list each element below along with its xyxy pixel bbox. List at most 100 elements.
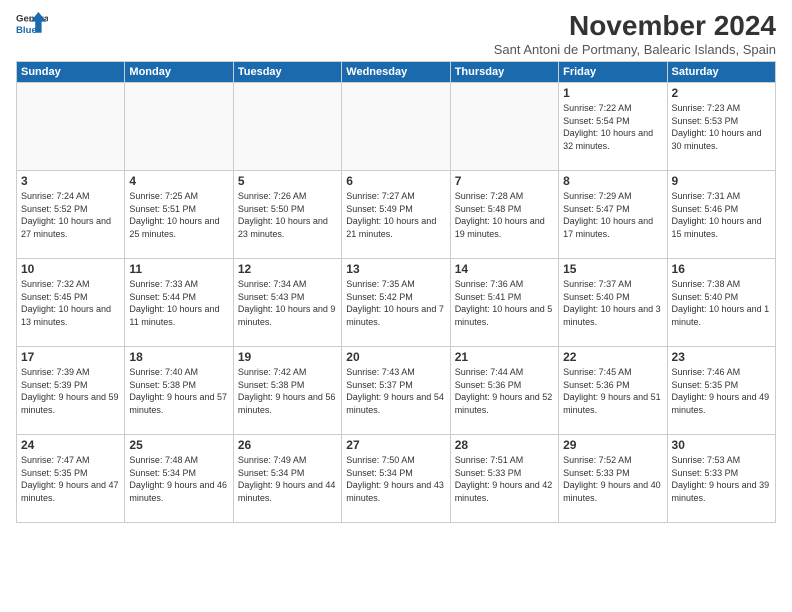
day-cell-1-5: 8Sunrise: 7:29 AM Sunset: 5:47 PM Daylig… bbox=[559, 171, 667, 259]
day-number: 21 bbox=[455, 350, 554, 364]
day-number: 12 bbox=[238, 262, 337, 276]
header: General Blue November 2024 Sant Antoni d… bbox=[16, 10, 776, 57]
header-saturday: Saturday bbox=[667, 62, 775, 83]
day-cell-4-3: 27 Sunrise: 7:50 AM Sunset: 5:34 PM Dayli… bbox=[342, 435, 450, 523]
day-info: Sunrise: 7:29 AM Sunset: 5:47 PM Dayligh… bbox=[563, 190, 662, 240]
day-info: Sunrise: 7:23 AM Sunset: 5:53 PM Dayligh… bbox=[672, 102, 771, 152]
header-monday: Monday bbox=[125, 62, 233, 83]
day-number: 13 bbox=[346, 262, 445, 276]
subtitle: Sant Antoni de Portmany, Balearic Island… bbox=[494, 42, 776, 57]
day-info: Sunrise: 7:35 AM Sunset: 5:42 PM Dayligh… bbox=[346, 278, 445, 328]
day-cell-1-4: 7Sunrise: 7:28 AM Sunset: 5:48 PM Daylig… bbox=[450, 171, 558, 259]
day-cell-4-1: 25Sunrise: 7:48 AM Sunset: 5:34 PM Dayli… bbox=[125, 435, 233, 523]
logo: General Blue bbox=[16, 10, 48, 38]
day-info: Sunrise: 7:32 AM Sunset: 5:45 PM Dayligh… bbox=[21, 278, 120, 328]
svg-text:Blue: Blue bbox=[16, 25, 37, 36]
day-cell-4-5: 29 Sunrise: 7:52 AM Sunset: 5:33 PM Dayli… bbox=[559, 435, 667, 523]
day-number: 24 bbox=[21, 438, 120, 452]
title-block: November 2024 Sant Antoni de Portmany, B… bbox=[494, 10, 776, 57]
day-cell-0-5: 1Sunrise: 7:22 AM Sunset: 5:54 PM Daylig… bbox=[559, 83, 667, 171]
header-friday: Friday bbox=[559, 62, 667, 83]
day-number: 3 bbox=[21, 174, 120, 188]
day-cell-1-6: 9Sunrise: 7:31 AM Sunset: 5:46 PM Daylig… bbox=[667, 171, 775, 259]
day-cell-3-4: 21Sunrise: 7:44 AM Sunset: 5:36 PM Dayli… bbox=[450, 347, 558, 435]
day-cell-4-0: 24Sunrise: 7:47 AM Sunset: 5:35 PM Dayli… bbox=[17, 435, 125, 523]
day-info: Sunrise: 7:52 AM Sunset: 5:33 PM Dayligh… bbox=[563, 454, 662, 504]
day-cell-1-2: 5 Sunrise: 7:26 AM Sunset: 5:50 PM Daylig… bbox=[233, 171, 341, 259]
day-cell-0-3 bbox=[342, 83, 450, 171]
day-info: Sunrise: 7:37 AM Sunset: 5:40 PM Dayligh… bbox=[563, 278, 662, 328]
day-number: 11 bbox=[129, 262, 228, 276]
day-cell-0-1 bbox=[125, 83, 233, 171]
day-info: Sunrise: 7:38 AM Sunset: 5:40 PM Dayligh… bbox=[672, 278, 771, 328]
day-number: 28 bbox=[455, 438, 554, 452]
day-number: 14 bbox=[455, 262, 554, 276]
day-cell-2-4: 14 Sunrise: 7:36 AM Sunset: 5:41 PM Dayli… bbox=[450, 259, 558, 347]
day-cell-3-1: 18 Sunrise: 7:40 AM Sunset: 5:38 PM Dayli… bbox=[125, 347, 233, 435]
day-info: Sunrise: 7:40 AM Sunset: 5:38 PM Dayligh… bbox=[129, 366, 228, 416]
week-row-2: 10 Sunrise: 7:32 AM Sunset: 5:45 PM Dayli… bbox=[17, 259, 776, 347]
day-cell-0-2 bbox=[233, 83, 341, 171]
day-cell-2-6: 16 Sunrise: 7:38 AM Sunset: 5:40 PM Dayli… bbox=[667, 259, 775, 347]
day-number: 29 bbox=[563, 438, 662, 452]
day-cell-4-6: 30 Sunrise: 7:53 AM Sunset: 5:33 PM Dayli… bbox=[667, 435, 775, 523]
day-cell-3-5: 22Sunrise: 7:45 AM Sunset: 5:36 PM Dayli… bbox=[559, 347, 667, 435]
page: General Blue November 2024 Sant Antoni d… bbox=[0, 0, 792, 612]
day-cell-2-1: 11 Sunrise: 7:33 AM Sunset: 5:44 PM Dayli… bbox=[125, 259, 233, 347]
week-row-4: 24Sunrise: 7:47 AM Sunset: 5:35 PM Dayli… bbox=[17, 435, 776, 523]
day-cell-0-4 bbox=[450, 83, 558, 171]
day-number: 18 bbox=[129, 350, 228, 364]
day-number: 20 bbox=[346, 350, 445, 364]
day-number: 30 bbox=[672, 438, 771, 452]
day-number: 6 bbox=[346, 174, 445, 188]
day-info: Sunrise: 7:31 AM Sunset: 5:46 PM Dayligh… bbox=[672, 190, 771, 240]
day-number: 10 bbox=[21, 262, 120, 276]
day-info: Sunrise: 7:25 AM Sunset: 5:51 PM Dayligh… bbox=[129, 190, 228, 240]
week-row-1: 3 Sunrise: 7:24 AM Sunset: 5:52 PM Daylig… bbox=[17, 171, 776, 259]
day-cell-1-1: 4 Sunrise: 7:25 AM Sunset: 5:51 PM Daylig… bbox=[125, 171, 233, 259]
calendar: Sunday Monday Tuesday Wednesday Thursday… bbox=[16, 61, 776, 523]
day-cell-2-2: 12 Sunrise: 7:34 AM Sunset: 5:43 PM Dayli… bbox=[233, 259, 341, 347]
day-cell-2-3: 13 Sunrise: 7:35 AM Sunset: 5:42 PM Dayli… bbox=[342, 259, 450, 347]
day-cell-4-4: 28 Sunrise: 7:51 AM Sunset: 5:33 PM Dayli… bbox=[450, 435, 558, 523]
day-info: Sunrise: 7:50 AM Sunset: 5:34 PM Dayligh… bbox=[346, 454, 445, 504]
day-number: 2 bbox=[672, 86, 771, 100]
day-info: Sunrise: 7:45 AM Sunset: 5:36 PM Dayligh… bbox=[563, 366, 662, 416]
day-info: Sunrise: 7:36 AM Sunset: 5:41 PM Dayligh… bbox=[455, 278, 554, 328]
day-info: Sunrise: 7:26 AM Sunset: 5:50 PM Dayligh… bbox=[238, 190, 337, 240]
day-info: Sunrise: 7:33 AM Sunset: 5:44 PM Dayligh… bbox=[129, 278, 228, 328]
day-info: Sunrise: 7:49 AM Sunset: 5:34 PM Dayligh… bbox=[238, 454, 337, 504]
week-row-0: 1Sunrise: 7:22 AM Sunset: 5:54 PM Daylig… bbox=[17, 83, 776, 171]
week-row-3: 17Sunrise: 7:39 AM Sunset: 5:39 PM Dayli… bbox=[17, 347, 776, 435]
day-info: Sunrise: 7:39 AM Sunset: 5:39 PM Dayligh… bbox=[21, 366, 120, 416]
header-wednesday: Wednesday bbox=[342, 62, 450, 83]
day-info: Sunrise: 7:28 AM Sunset: 5:48 PM Dayligh… bbox=[455, 190, 554, 240]
day-info: Sunrise: 7:46 AM Sunset: 5:35 PM Dayligh… bbox=[672, 366, 771, 416]
day-number: 16 bbox=[672, 262, 771, 276]
day-cell-1-3: 6Sunrise: 7:27 AM Sunset: 5:49 PM Daylig… bbox=[342, 171, 450, 259]
day-cell-0-0 bbox=[17, 83, 125, 171]
day-cell-2-0: 10 Sunrise: 7:32 AM Sunset: 5:45 PM Dayli… bbox=[17, 259, 125, 347]
day-cell-3-6: 23Sunrise: 7:46 AM Sunset: 5:35 PM Dayli… bbox=[667, 347, 775, 435]
header-tuesday: Tuesday bbox=[233, 62, 341, 83]
day-number: 26 bbox=[238, 438, 337, 452]
day-cell-3-0: 17Sunrise: 7:39 AM Sunset: 5:39 PM Dayli… bbox=[17, 347, 125, 435]
month-title: November 2024 bbox=[494, 10, 776, 42]
day-info: Sunrise: 7:34 AM Sunset: 5:43 PM Dayligh… bbox=[238, 278, 337, 328]
day-number: 4 bbox=[129, 174, 228, 188]
day-cell-4-2: 26 Sunrise: 7:49 AM Sunset: 5:34 PM Dayli… bbox=[233, 435, 341, 523]
day-number: 15 bbox=[563, 262, 662, 276]
day-cell-3-3: 20Sunrise: 7:43 AM Sunset: 5:37 PM Dayli… bbox=[342, 347, 450, 435]
day-number: 19 bbox=[238, 350, 337, 364]
day-number: 5 bbox=[238, 174, 337, 188]
day-info: Sunrise: 7:53 AM Sunset: 5:33 PM Dayligh… bbox=[672, 454, 771, 504]
day-cell-0-6: 2 Sunrise: 7:23 AM Sunset: 5:53 PM Daylig… bbox=[667, 83, 775, 171]
day-info: Sunrise: 7:51 AM Sunset: 5:33 PM Dayligh… bbox=[455, 454, 554, 504]
day-cell-1-0: 3 Sunrise: 7:24 AM Sunset: 5:52 PM Daylig… bbox=[17, 171, 125, 259]
day-number: 27 bbox=[346, 438, 445, 452]
day-cell-2-5: 15 Sunrise: 7:37 AM Sunset: 5:40 PM Dayli… bbox=[559, 259, 667, 347]
day-number: 25 bbox=[129, 438, 228, 452]
day-info: Sunrise: 7:24 AM Sunset: 5:52 PM Dayligh… bbox=[21, 190, 120, 240]
day-info: Sunrise: 7:42 AM Sunset: 5:38 PM Dayligh… bbox=[238, 366, 337, 416]
weekday-header-row: Sunday Monday Tuesday Wednesday Thursday… bbox=[17, 62, 776, 83]
